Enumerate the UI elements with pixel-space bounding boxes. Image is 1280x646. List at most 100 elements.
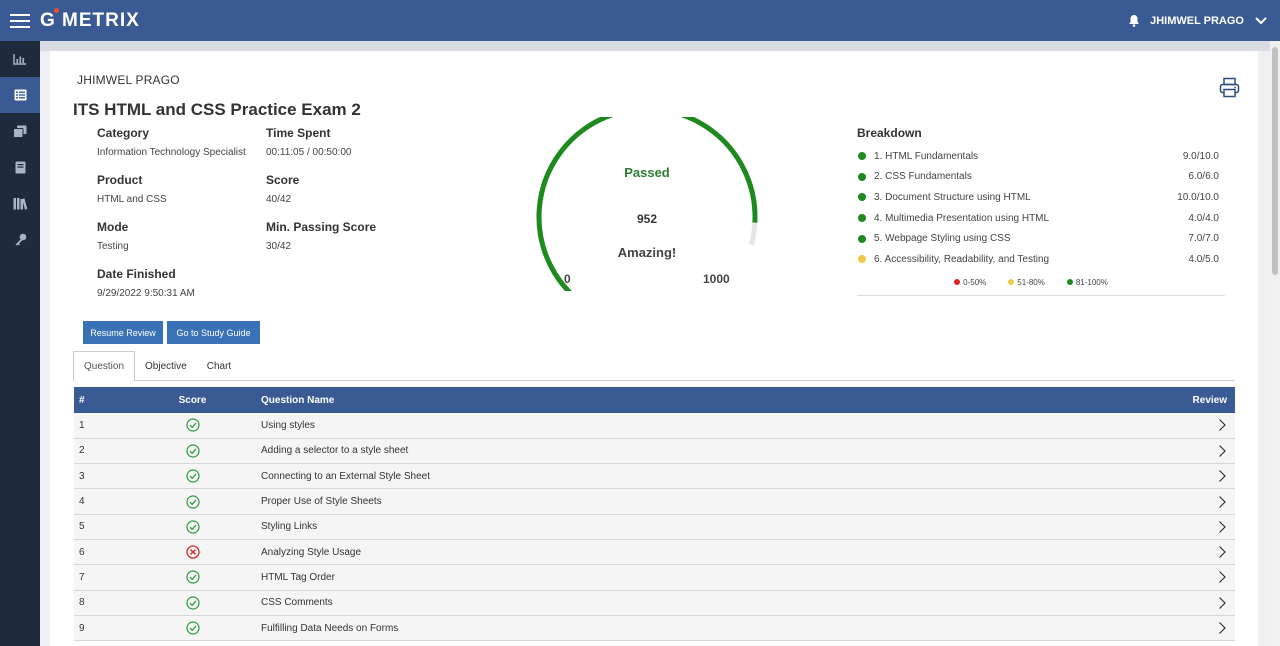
study-guide-button[interactable]: Go to Study Guide	[167, 321, 260, 344]
gauge-max: 1000	[703, 272, 730, 286]
scrollbar-thumb[interactable]	[1272, 47, 1278, 275]
check-circle-icon	[185, 621, 200, 635]
gauge-min: 0	[564, 272, 571, 286]
product-value: HTML and CSS	[97, 194, 167, 205]
resume-review-button[interactable]: Resume Review	[83, 321, 163, 344]
breakdown-divider	[857, 294, 1225, 296]
time-spent-value: 00:11:05 / 00:50:00	[266, 147, 352, 158]
question-number: 9	[74, 615, 124, 642]
sidebar-item-study[interactable]	[0, 149, 40, 185]
chevron-right-icon[interactable]	[1218, 419, 1227, 432]
score-gauge: Passed 952 Amazing! 0 1000	[536, 106, 758, 308]
header-number: #	[74, 387, 124, 413]
table-row[interactable]: 2 Adding a selector to a style sheet	[74, 438, 1235, 465]
status-dot	[858, 172, 866, 181]
breakdown-item-score: 7.0/7.0	[1188, 233, 1219, 245]
category-block: Category Information Technology Speciali…	[97, 126, 246, 158]
user-menu-name[interactable]: JHIMWEL PRAGO	[1150, 15, 1244, 27]
chevron-right-icon[interactable]	[1218, 495, 1227, 508]
chevron-right-icon[interactable]	[1218, 470, 1227, 483]
check-circle-icon	[185, 596, 200, 610]
chevron-right-icon[interactable]	[1218, 445, 1227, 457]
gauge-message: Amazing!	[617, 245, 677, 260]
breakdown-item: 5. Webpage Styling using CSS 7.0/7.0	[857, 228, 1225, 249]
breakdown-item-name: 4. Multimedia Presentation using HTML	[874, 212, 1050, 224]
status-dot	[858, 234, 866, 243]
table-row[interactable]: 3 Connecting to an External Style Sheet	[74, 463, 1235, 490]
question-name: Adding a selector to a style sheet	[261, 438, 1175, 465]
tab-chart[interactable]: Chart	[197, 351, 241, 381]
header-score: Score	[124, 387, 261, 413]
breakdown-item-name: 2. CSS Fundamentals	[874, 171, 972, 183]
gauge-status: Passed	[624, 165, 670, 180]
question-number: 3	[74, 463, 124, 490]
breakdown-item: 6. Accessibility, Readability, and Testi…	[857, 249, 1225, 270]
question-name: HTML Tag Order	[261, 564, 1175, 591]
table-row[interactable]: 8 CSS Comments	[74, 590, 1235, 616]
table-row[interactable]: 1 Using styles	[74, 413, 1235, 439]
legend-item: 0-50%	[954, 278, 986, 287]
breakdown-legend: 0-50% 51-80% 81-100%	[857, 278, 1225, 287]
breakdown-item: 3. Document Structure using HTML 10.0/10.…	[857, 187, 1225, 208]
table-row[interactable]: 7 HTML Tag Order	[74, 564, 1235, 591]
chevron-down-icon[interactable]	[1254, 16, 1268, 26]
table-row[interactable]: 5 Styling Links	[74, 514, 1235, 540]
legend-dot	[954, 279, 961, 286]
table-row[interactable]: 9 Fulfilling Data Needs on Forms	[74, 615, 1235, 642]
product-block: Product HTML and CSS	[97, 173, 167, 205]
user-menu[interactable]: JHIMWEL PRAGO	[1128, 0, 1268, 41]
min-passing-score-value: 30/42	[266, 241, 292, 252]
bell-icon[interactable]	[1128, 14, 1140, 27]
header-review: Review	[1175, 387, 1235, 413]
chevron-right-icon[interactable]	[1218, 520, 1227, 533]
table-header-row: # Score Question Name Review	[74, 387, 1235, 413]
logo-dot	[54, 7, 59, 13]
mode-label: Mode	[97, 220, 129, 234]
candidate-name: JHIMWEL PRAGO	[77, 73, 180, 87]
sidebar-item-tests[interactable]	[0, 113, 40, 149]
page-scrollbar[interactable]	[1270, 41, 1280, 646]
mode-block: Mode Testing	[97, 220, 129, 252]
header-question-name: Question Name	[261, 387, 1175, 413]
date-finished-label: Date Finished	[97, 267, 176, 281]
logo-text: G METRIX	[40, 9, 140, 31]
chevron-right-icon[interactable]	[1218, 596, 1227, 609]
question-number: 8	[74, 590, 124, 616]
tab-objective[interactable]: Objective	[135, 351, 197, 381]
gauge-score: 952	[636, 212, 658, 226]
status-dot	[858, 152, 866, 161]
chevron-right-icon[interactable]	[1218, 571, 1227, 584]
category-value: Information Technology Specialist	[97, 147, 246, 158]
table-row[interactable]: 4 Proper Use of Style Sheets	[74, 488, 1235, 515]
check-circle-icon	[185, 418, 200, 432]
chevron-right-icon[interactable]	[1218, 622, 1227, 634]
question-number: 1	[74, 413, 124, 439]
sidebar-item-library[interactable]	[0, 185, 40, 221]
mode-value: Testing	[97, 241, 129, 252]
result-tabs: Question Objective Chart	[73, 351, 1235, 382]
question-number: 2	[74, 438, 124, 465]
product-label: Product	[97, 173, 143, 187]
questions-table: # Score Question Name Review 1 Using styl…	[74, 387, 1235, 642]
tab-question[interactable]: Question	[73, 351, 136, 382]
breakdown-title: Breakdown	[857, 126, 922, 140]
question-number: 5	[74, 514, 124, 540]
sidebar-item-license[interactable]	[0, 221, 40, 257]
question-number: 4	[74, 488, 124, 515]
book-icon	[15, 161, 25, 173]
breakdown-item-name: 1. HTML Fundamentals	[874, 150, 979, 162]
sidebar-item-reports[interactable]	[0, 77, 40, 113]
check-circle-icon	[185, 570, 200, 585]
chevron-right-icon[interactable]	[1218, 546, 1227, 559]
legend-label: 0-50%	[963, 277, 987, 287]
breakdown-item-name: 3. Document Structure using HTML	[874, 191, 1031, 203]
gmetrix-logo[interactable]: G METRIX	[40, 7, 140, 32]
hamburger-menu-icon[interactable]	[0, 0, 40, 41]
question-name: Using styles	[261, 413, 1175, 439]
copy-icon	[13, 125, 27, 138]
print-icon[interactable]	[1219, 77, 1240, 103]
sidebar-item-dashboard[interactable]	[0, 41, 40, 77]
date-finished-value: 9/29/2022 9:50:31 AM	[97, 288, 195, 299]
table-row[interactable]: 6 Analyzing Style Usage	[74, 539, 1235, 566]
legend-item: 81-100%	[1066, 278, 1108, 287]
